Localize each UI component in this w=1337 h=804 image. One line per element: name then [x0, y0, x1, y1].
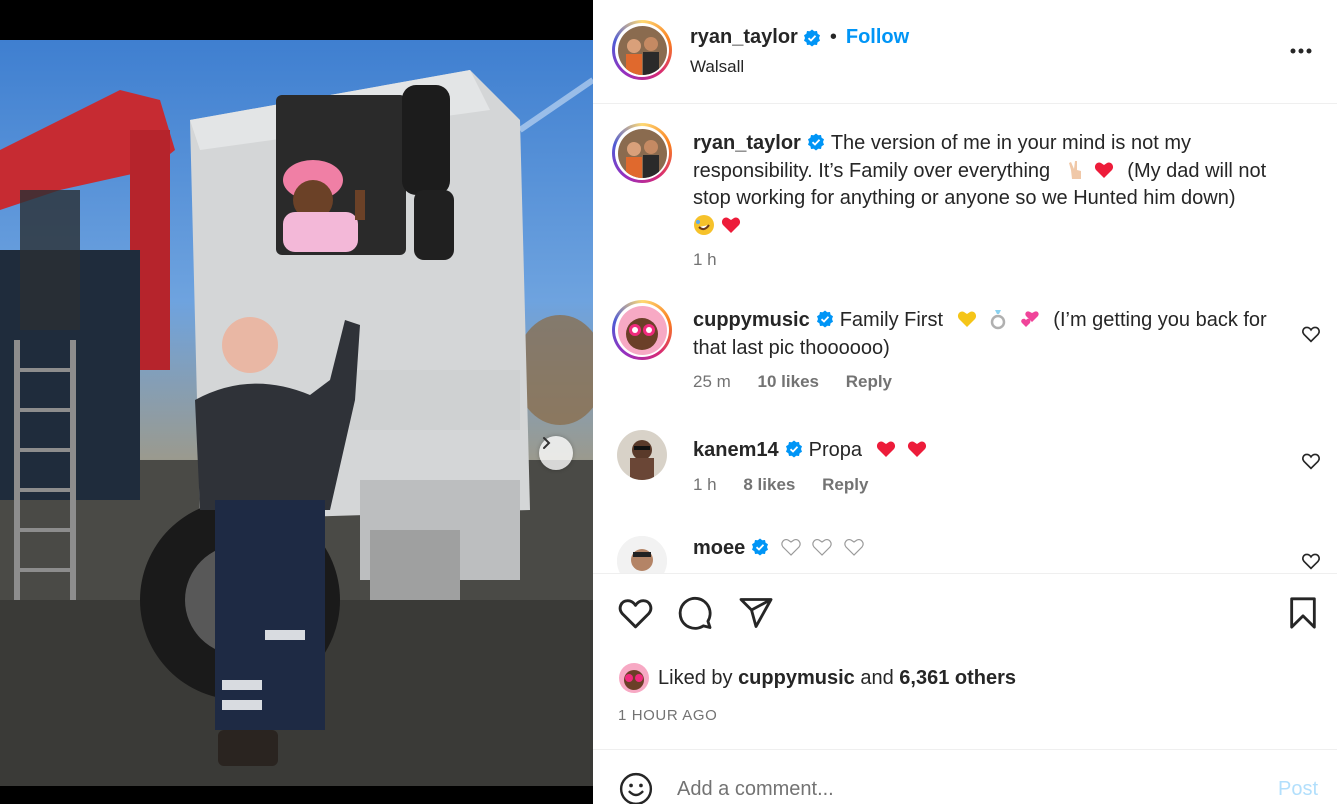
follow-button[interactable]: Follow	[846, 26, 909, 49]
avatar-image	[617, 25, 667, 75]
comment-body-tail: (I’m getting you back for	[1053, 309, 1267, 331]
post-timestamp[interactable]: 1 HOUR AGO	[618, 707, 717, 724]
heart-icon[interactable]	[617, 596, 654, 630]
caption-username[interactable]: ryan_taylor	[693, 132, 801, 154]
ring-icon	[990, 310, 1006, 330]
red-heart-icon	[876, 441, 895, 457]
avatar-image	[617, 536, 667, 573]
share-icon[interactable]	[738, 596, 774, 630]
yellow-heart-icon	[957, 311, 976, 327]
avatar-image	[617, 430, 667, 480]
comment-meta: 25 m 10 likes Reply	[693, 372, 914, 392]
caption-line-2-tail: (My dad will not	[1127, 159, 1267, 182]
comment-text: kanem14 Propa	[693, 437, 1293, 465]
caption-text: ryan_taylor The version of me in your mi…	[693, 130, 1313, 240]
likes-prefix: Liked by	[658, 666, 733, 689]
bookmark-icon[interactable]	[1288, 596, 1318, 630]
header-title-row: ryan_taylor • Follow	[690, 26, 909, 49]
chevron-right-icon	[543, 437, 551, 449]
liker-avatar[interactable]	[619, 663, 649, 693]
caption-time[interactable]: 1 h	[693, 250, 717, 269]
comment-icon[interactable]	[677, 596, 713, 632]
caption-line-2: responsibility. It’s Family over everyth…	[693, 159, 1051, 182]
caption-line-3: stop working for anything or anyone so w…	[693, 187, 1236, 209]
comment-body: Propa	[808, 439, 862, 461]
post-details-panel: ryan_taylor • Follow Walsall ryan_taylor…	[593, 0, 1337, 804]
likes-middle: and	[860, 666, 894, 689]
verified-icon	[785, 440, 802, 458]
verified-icon	[803, 29, 820, 46]
comment-like-heart-icon[interactable]	[1301, 452, 1321, 470]
separator: •	[829, 26, 837, 48]
post-header: ryan_taylor • Follow Walsall	[593, 0, 1337, 104]
comment-username[interactable]: moee	[693, 537, 745, 559]
comment-body-line2: that last pic thoooooo)	[693, 336, 890, 359]
photo-illustration	[0, 70, 593, 786]
white-heart-icon	[812, 538, 833, 556]
comment-meta: 1 h 8 likes Reply	[693, 475, 890, 495]
post-button[interactable]: Post	[1278, 778, 1318, 801]
comment-like-heart-icon[interactable]	[1301, 552, 1321, 570]
white-heart-icon	[844, 538, 864, 556]
reply-button[interactable]: Reply	[822, 475, 868, 494]
emoji-icon[interactable]	[619, 772, 653, 804]
verified-icon	[816, 310, 833, 328]
likes-summary: Liked by cuppymusic and 6,361 others	[619, 662, 1016, 694]
comment-body: Family First	[839, 309, 944, 331]
comment-input[interactable]	[677, 774, 1237, 804]
caption-line-1: The version of me in your mind is not my	[830, 132, 1191, 154]
caption-author-avatar[interactable]	[612, 123, 672, 183]
comments-list[interactable]: ryan_taylor The version of me in your mi…	[593, 105, 1337, 573]
comment-likes[interactable]: 10 likes	[758, 372, 819, 391]
comment-time[interactable]: 1 h	[693, 475, 717, 494]
reply-button[interactable]: Reply	[846, 372, 892, 391]
carousel-next-button[interactable]	[539, 436, 573, 470]
comment-time[interactable]: 25 m	[693, 372, 731, 391]
post-photo[interactable]	[0, 40, 593, 786]
likes-others[interactable]: 6,361 others	[899, 667, 1016, 690]
post-actions: Liked by cuppymusic and 6,361 others 1 H…	[593, 573, 1337, 749]
commenter-avatar[interactable]	[617, 536, 667, 573]
likes-user[interactable]: cuppymusic	[738, 667, 855, 690]
white-heart-icon	[781, 538, 801, 556]
caption-meta: 1 h	[693, 250, 739, 270]
post-media	[0, 0, 593, 804]
verified-icon	[807, 133, 824, 151]
post-location[interactable]: Walsall	[690, 57, 744, 77]
comment-username[interactable]: kanem14	[693, 439, 779, 461]
peace-emoji-icon	[1066, 160, 1086, 180]
avatar-image	[619, 663, 649, 693]
author-avatar[interactable]	[612, 20, 672, 80]
commenter-avatar[interactable]	[612, 300, 672, 360]
comment-likes[interactable]: 8 likes	[743, 475, 795, 494]
two-hearts-icon	[1020, 311, 1039, 327]
comment-text: cuppymusic Family First (I’m getting you…	[693, 307, 1293, 362]
add-comment-bar: Post	[593, 749, 1337, 804]
comment-username[interactable]: cuppymusic	[693, 309, 810, 331]
red-heart-icon	[721, 217, 741, 233]
commenter-avatar[interactable]	[617, 430, 667, 480]
verified-icon	[752, 538, 769, 556]
comment-like-heart-icon[interactable]	[1301, 325, 1321, 343]
red-heart-icon	[1094, 162, 1113, 178]
comment-text: moee	[693, 535, 1293, 563]
author-username[interactable]: ryan_taylor	[690, 26, 798, 49]
avatar-image	[617, 128, 667, 178]
red-heart-icon	[908, 441, 927, 457]
more-icon[interactable]	[1287, 40, 1317, 60]
avatar-image	[617, 305, 667, 355]
rolling-laughing-emoji-icon	[694, 214, 714, 235]
